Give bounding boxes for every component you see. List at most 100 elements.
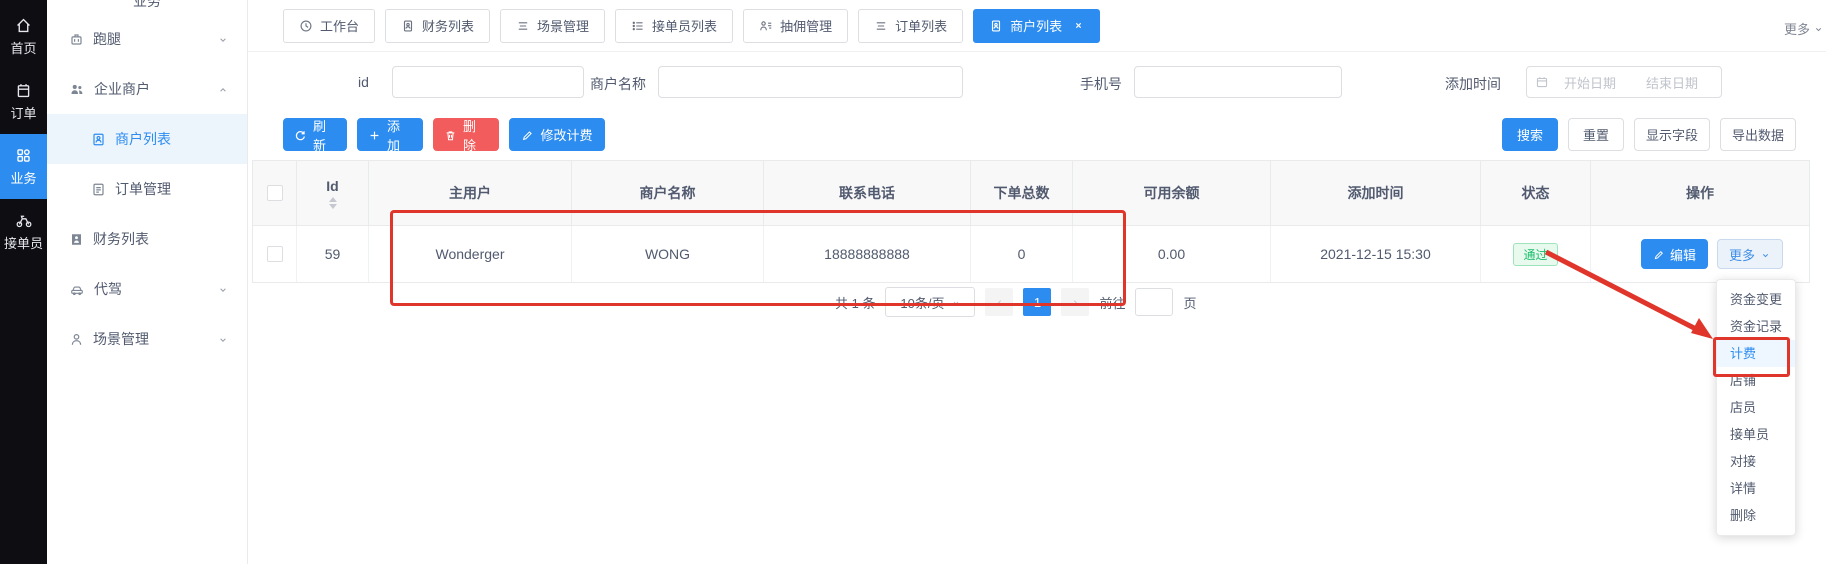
- merchant-table: Id 主用户 商户名称 联系电话 下单总数 可用余额 添加时间 状态 操作 59…: [252, 160, 1810, 283]
- sidebar-item-label: 订单管理: [115, 179, 171, 199]
- id-input[interactable]: [392, 66, 584, 98]
- sidebar-item-errand[interactable]: 跑腿: [47, 14, 247, 64]
- people-icon: [69, 82, 85, 97]
- tab-bar: 工作台 财务列表 场景管理 接单员列表 抽佣管理 订单列表 商户列表: [248, 0, 1826, 52]
- start-date-placeholder[interactable]: 开始日期: [1549, 73, 1631, 92]
- tab-label: 订单列表: [895, 16, 947, 35]
- dropdown-item-fund-record[interactable]: 资金记录: [1717, 313, 1795, 340]
- row-cell-actions: 编辑 更多: [1591, 226, 1809, 282]
- modify-billing-button[interactable]: 修改计费: [509, 118, 605, 151]
- clock-icon: [299, 19, 313, 33]
- header-cell-main-user: 主用户: [369, 161, 572, 225]
- header-cell-actions: 操作: [1591, 161, 1809, 225]
- dropdown-item-clerk[interactable]: 店员: [1717, 394, 1795, 421]
- sidebar-item-merchant-list[interactable]: 商户列表: [47, 114, 247, 164]
- table-header-row: Id 主用户 商户名称 联系电话 下单总数 可用余额 添加时间 状态 操作: [253, 161, 1809, 226]
- row-cell-id: 59: [297, 226, 369, 282]
- phone-input[interactable]: [1134, 66, 1342, 98]
- merchant-name-input[interactable]: [658, 66, 963, 98]
- header-cell-merchant-name: 商户名称: [572, 161, 764, 225]
- edit-label: 编辑: [1670, 245, 1696, 264]
- add-button[interactable]: 添加: [357, 118, 423, 151]
- reset-button[interactable]: 重置: [1568, 118, 1624, 151]
- sidebar-item-driving[interactable]: 代驾: [47, 264, 247, 314]
- show-fields-button[interactable]: 显示字段: [1634, 118, 1710, 151]
- export-data-button[interactable]: 导出数据: [1720, 118, 1796, 151]
- sidebar-item-scene-management[interactable]: 场景管理: [47, 314, 247, 364]
- pagination-total: 共 1 条: [835, 293, 875, 312]
- row-cell-balance: 0.00: [1073, 226, 1271, 282]
- header-cell-checkbox: [253, 161, 297, 225]
- dropdown-item-billing[interactable]: 计费: [1717, 340, 1795, 367]
- chevron-down-icon: [1760, 247, 1771, 262]
- phone-label: 手机号: [1080, 74, 1122, 94]
- chevron-up-icon: [217, 81, 229, 97]
- page-size-label: 10条/页: [900, 293, 944, 312]
- date-range-picker[interactable]: 开始日期 结束日期: [1526, 66, 1722, 98]
- tab-label: 抽佣管理: [780, 16, 832, 35]
- id-label: id: [358, 74, 369, 90]
- edit-button[interactable]: 编辑: [1641, 239, 1708, 269]
- rail-item-orders[interactable]: 订单: [0, 69, 47, 134]
- refresh-button[interactable]: 刷新: [283, 118, 347, 151]
- chevron-down-icon: [951, 295, 961, 310]
- chevron-down-icon: [1813, 21, 1824, 36]
- tabs-more-button[interactable]: 更多: [1784, 19, 1824, 38]
- merchant-name-label: 商户名称: [590, 74, 646, 94]
- person-lines-icon: [759, 19, 773, 33]
- tab-workbench[interactable]: 工作台: [283, 9, 375, 43]
- tab-merchant-list[interactable]: 商户列表: [973, 9, 1100, 43]
- next-page-button[interactable]: ›: [1061, 288, 1089, 316]
- refresh-icon: [294, 127, 307, 142]
- page-size-select[interactable]: 10条/页: [885, 287, 975, 317]
- tab-order-list[interactable]: 订单列表: [858, 9, 963, 43]
- rail-item-label: 订单: [10, 103, 36, 122]
- dropdown-item-store[interactable]: 店铺: [1717, 367, 1795, 394]
- tab-commission-management[interactable]: 抽佣管理: [743, 9, 848, 43]
- delete-button[interactable]: 删除: [433, 118, 499, 151]
- dropdown-item-fund-change[interactable]: 资金变更: [1717, 286, 1795, 313]
- chevron-down-icon: [217, 331, 229, 347]
- dropdown-item-detail[interactable]: 详情: [1717, 475, 1795, 502]
- sidebar-item-order-management[interactable]: 订单管理: [47, 164, 247, 214]
- row-cell-merchant-name: WONG: [572, 226, 764, 282]
- app-rail: 首页 订单 业务 接单员: [0, 0, 47, 564]
- select-all-checkbox[interactable]: [267, 185, 283, 201]
- sidebar-title: 业务: [47, 0, 247, 11]
- row-cell-status: 通过: [1481, 226, 1591, 282]
- header-cell-status: 状态: [1481, 161, 1591, 225]
- header-cell-order-total: 下单总数: [971, 161, 1073, 225]
- prev-page-button[interactable]: ‹: [985, 288, 1013, 316]
- row-more-button[interactable]: 更多: [1717, 239, 1783, 269]
- row-cell-order-total: 0: [971, 226, 1073, 282]
- export-data-label: 导出数据: [1732, 125, 1784, 144]
- close-icon[interactable]: [1073, 20, 1084, 31]
- rail-item-home[interactable]: 首页: [0, 4, 47, 69]
- current-page-button[interactable]: 1: [1023, 288, 1051, 316]
- calendar-icon: [1535, 75, 1549, 89]
- tab-scene-management[interactable]: 场景管理: [500, 9, 605, 43]
- header-cell-add-time: 添加时间: [1271, 161, 1481, 225]
- search-button[interactable]: 搜索: [1502, 118, 1558, 151]
- sidebar-item-enterprise-merchant[interactable]: 企业商户: [47, 64, 247, 114]
- dropdown-item-courier[interactable]: 接单员: [1717, 421, 1795, 448]
- dropdown-item-connect[interactable]: 对接: [1717, 448, 1795, 475]
- pencil-icon: [521, 127, 534, 142]
- rail-item-business[interactable]: 业务: [0, 134, 47, 199]
- order-icon: [15, 82, 32, 100]
- dropdown-item-delete[interactable]: 删除: [1717, 502, 1795, 529]
- refresh-label: 刷新: [313, 116, 336, 154]
- sidebar-item-label: 财务列表: [93, 229, 149, 249]
- rail-item-label: 接单员: [4, 233, 43, 252]
- column-label: Id: [326, 178, 338, 194]
- rail-item-label: 业务: [10, 168, 36, 187]
- goto-page-input[interactable]: [1135, 288, 1173, 316]
- sidebar: 业务 跑腿 企业商户 商户列表 订单管理 财务列表 代驾: [47, 0, 248, 564]
- tab-courier-list[interactable]: 接单员列表: [615, 9, 733, 43]
- sort-icon[interactable]: [329, 197, 337, 209]
- end-date-placeholder[interactable]: 结束日期: [1631, 73, 1713, 92]
- rail-item-courier[interactable]: 接单员: [0, 199, 47, 264]
- sidebar-item-finance-list[interactable]: 财务列表: [47, 214, 247, 264]
- row-checkbox[interactable]: [267, 246, 283, 262]
- tab-finance-list[interactable]: 财务列表: [385, 9, 490, 43]
